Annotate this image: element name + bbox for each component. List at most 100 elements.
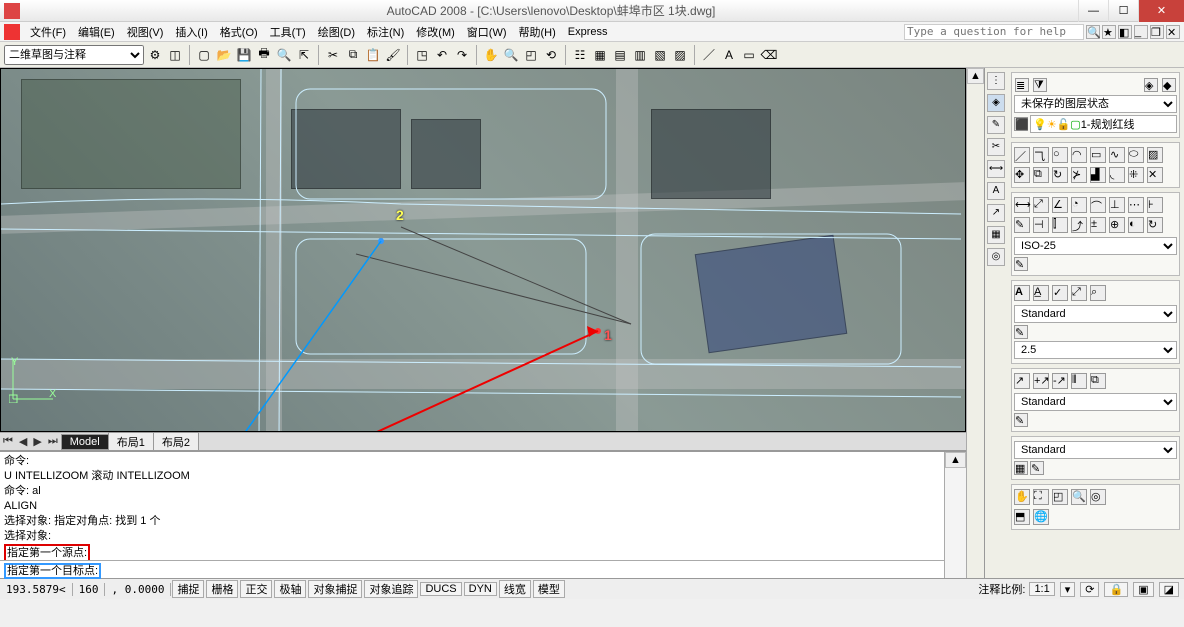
child-restore-icon[interactable]: ❐ (1150, 25, 1164, 39)
mleader-collect-icon[interactable]: ⧉ (1090, 373, 1106, 389)
dc-icon[interactable]: ▦ (591, 46, 609, 64)
dimstyle-select[interactable]: ISO-25 (1014, 237, 1177, 255)
redo-icon[interactable]: ↷ (453, 46, 471, 64)
dim-linear-icon[interactable]: ⟷ (1014, 197, 1030, 213)
textscale-icon[interactable]: ⤢ (1071, 285, 1087, 301)
calc-icon[interactable]: ▨ (671, 46, 689, 64)
anno-vis-icon[interactable]: ▾ (1060, 582, 1076, 597)
rotate-icon[interactable]: ↻ (1052, 167, 1068, 183)
status-otrack[interactable]: 对象追踪 (364, 580, 418, 598)
text-mod-icon[interactable]: A (720, 46, 738, 64)
plot-icon[interactable]: 🖶 (255, 46, 273, 64)
textstyle-mgr-icon[interactable]: ✎ (1014, 325, 1028, 339)
drawing-viewport[interactable]: 1 2 X Y (0, 68, 966, 432)
nav-top-icon[interactable]: ⬒ (1014, 509, 1030, 525)
rect-icon[interactable]: ▭ (1090, 147, 1106, 163)
paste-icon[interactable]: 📋 (364, 46, 382, 64)
new-icon[interactable]: ▢ (195, 46, 213, 64)
markup-icon[interactable]: ▧ (651, 46, 669, 64)
workspace-select[interactable]: 二维草图与注释 (4, 45, 144, 65)
child-min-icon[interactable]: _ (1134, 25, 1148, 39)
zoom-ext-icon[interactable]: ⛶ (1033, 489, 1049, 505)
menu-help[interactable]: 帮助(H) (513, 24, 562, 40)
dim-center-icon[interactable]: ⊕ (1109, 217, 1125, 233)
panel-handle-icon[interactable]: ⋮ (987, 72, 1005, 90)
dim-upd-icon[interactable]: ↻ (1147, 217, 1163, 233)
line-icon[interactable]: ／ (1014, 147, 1030, 163)
menu-express[interactable]: Express (562, 26, 614, 38)
select-icon[interactable]: ▭ (740, 46, 758, 64)
sheet-icon[interactable]: ▥ (631, 46, 649, 64)
menu-tools[interactable]: 工具(T) (264, 24, 312, 40)
array-icon[interactable]: ⁜ (1128, 167, 1144, 183)
tab-layers-icon[interactable]: ◈ (987, 94, 1005, 112)
command-line[interactable]: 指定第一个目标点: (0, 560, 944, 578)
scroll-up-icon[interactable]: ▲ (945, 452, 966, 468)
trim-icon[interactable]: ⊁ (1071, 167, 1087, 183)
dim-base-icon[interactable]: ⊦ (1147, 197, 1163, 213)
tab-layout2[interactable]: 布局2 (153, 432, 199, 452)
clean-icon[interactable]: ◪ (1159, 582, 1179, 597)
tab-model[interactable]: Model (61, 434, 109, 450)
mirror-icon[interactable]: ▟ (1090, 167, 1106, 183)
match-icon[interactable]: 🖌 (384, 46, 402, 64)
zoom-rt-icon[interactable]: 🔍 (1071, 489, 1087, 505)
open-icon[interactable]: 📂 (215, 46, 233, 64)
info-icon[interactable]: ◧ (1118, 25, 1132, 39)
dimstyle-mgr-icon[interactable]: ✎ (1014, 257, 1028, 271)
gear-icon[interactable]: ⚙ (146, 46, 164, 64)
dim-cont-icon[interactable]: ⋯ (1128, 197, 1144, 213)
dim-tol-icon[interactable]: ± (1090, 217, 1106, 233)
menu-edit[interactable]: 编辑(E) (72, 24, 121, 40)
layer-states-icon[interactable]: ◆ (1162, 78, 1176, 92)
status-lwt[interactable]: 线宽 (499, 580, 531, 598)
save-icon[interactable]: 💾 (235, 46, 253, 64)
status-ducs[interactable]: DUCS (420, 582, 461, 596)
line-mod-icon[interactable]: ／ (700, 46, 718, 64)
table-new-icon[interactable]: ▦ (1014, 461, 1028, 475)
menu-file[interactable]: 文件(F) (24, 24, 72, 40)
pan2-icon[interactable]: ✋ (1014, 489, 1030, 505)
search-icon[interactable]: 🔍 (1086, 25, 1100, 39)
tab-layout1[interactable]: 布局1 (108, 432, 154, 452)
publish-icon[interactable]: ⇱ (295, 46, 313, 64)
status-model[interactable]: 模型 (533, 580, 565, 598)
copy2-icon[interactable]: ⧉ (1033, 167, 1049, 183)
pan-icon[interactable]: ✋ (482, 46, 500, 64)
maximize-button[interactable]: ☐ (1108, 0, 1138, 22)
vscroll-up-icon[interactable]: ▲ (967, 68, 984, 84)
command-history[interactable]: 命令: U INTELLIZOOM 滚动 INTELLIZOOM 命令: al … (0, 452, 944, 560)
dtext-icon[interactable]: A̲ (1033, 285, 1049, 301)
help-search-input[interactable] (904, 24, 1084, 40)
mtext-icon[interactable]: A (1014, 285, 1030, 301)
tab-table-icon[interactable]: ▦ (987, 226, 1005, 244)
mleader-icon[interactable]: ↗ (1014, 373, 1030, 389)
dim-insp-icon[interactable]: ◐ (1128, 217, 1144, 233)
layer-state-select[interactable]: 未保存的图层状态 (1014, 95, 1177, 113)
fillet-icon[interactable]: ◟ (1109, 167, 1125, 183)
anno-scale[interactable]: 1:1 (1029, 582, 1054, 596)
nav-globe-icon[interactable]: 🌐 (1033, 509, 1049, 525)
workspace-save-icon[interactable]: ◫ (166, 46, 184, 64)
dim-edit-icon[interactable]: ✎ (1014, 217, 1030, 233)
status-dyn[interactable]: DYN (464, 582, 497, 596)
mleader-add-icon[interactable]: +↗ (1033, 373, 1049, 389)
tab-draw-icon[interactable]: ✎ (987, 116, 1005, 134)
tablestyle-select[interactable]: Standard (1014, 441, 1177, 459)
zoom-win-icon[interactable]: ◰ (1052, 489, 1068, 505)
layer-new-icon[interactable]: ◈ (1144, 78, 1158, 92)
tab-dim-icon[interactable]: ⟷ (987, 160, 1005, 178)
undo-icon[interactable]: ↶ (433, 46, 451, 64)
menu-window[interactable]: 窗口(W) (461, 24, 513, 40)
tab-first-icon[interactable]: ⏮ (0, 435, 16, 448)
dim-radius-icon[interactable]: ◔ (1071, 197, 1087, 213)
zoom-window-icon[interactable]: ◰ (522, 46, 540, 64)
tab-last-icon[interactable]: ⏭ (45, 435, 61, 448)
erase-icon[interactable]: ⌫ (760, 46, 778, 64)
preview-icon[interactable]: 🔍 (275, 46, 293, 64)
mleader-align-icon[interactable]: ⫴ (1071, 373, 1087, 389)
tab-mleader-icon[interactable]: ↗ (987, 204, 1005, 222)
mleader-rem-icon[interactable]: -↗ (1052, 373, 1068, 389)
status-snap[interactable]: 捕捉 (172, 580, 204, 598)
dim-break-icon[interactable]: ⊣ (1033, 217, 1049, 233)
